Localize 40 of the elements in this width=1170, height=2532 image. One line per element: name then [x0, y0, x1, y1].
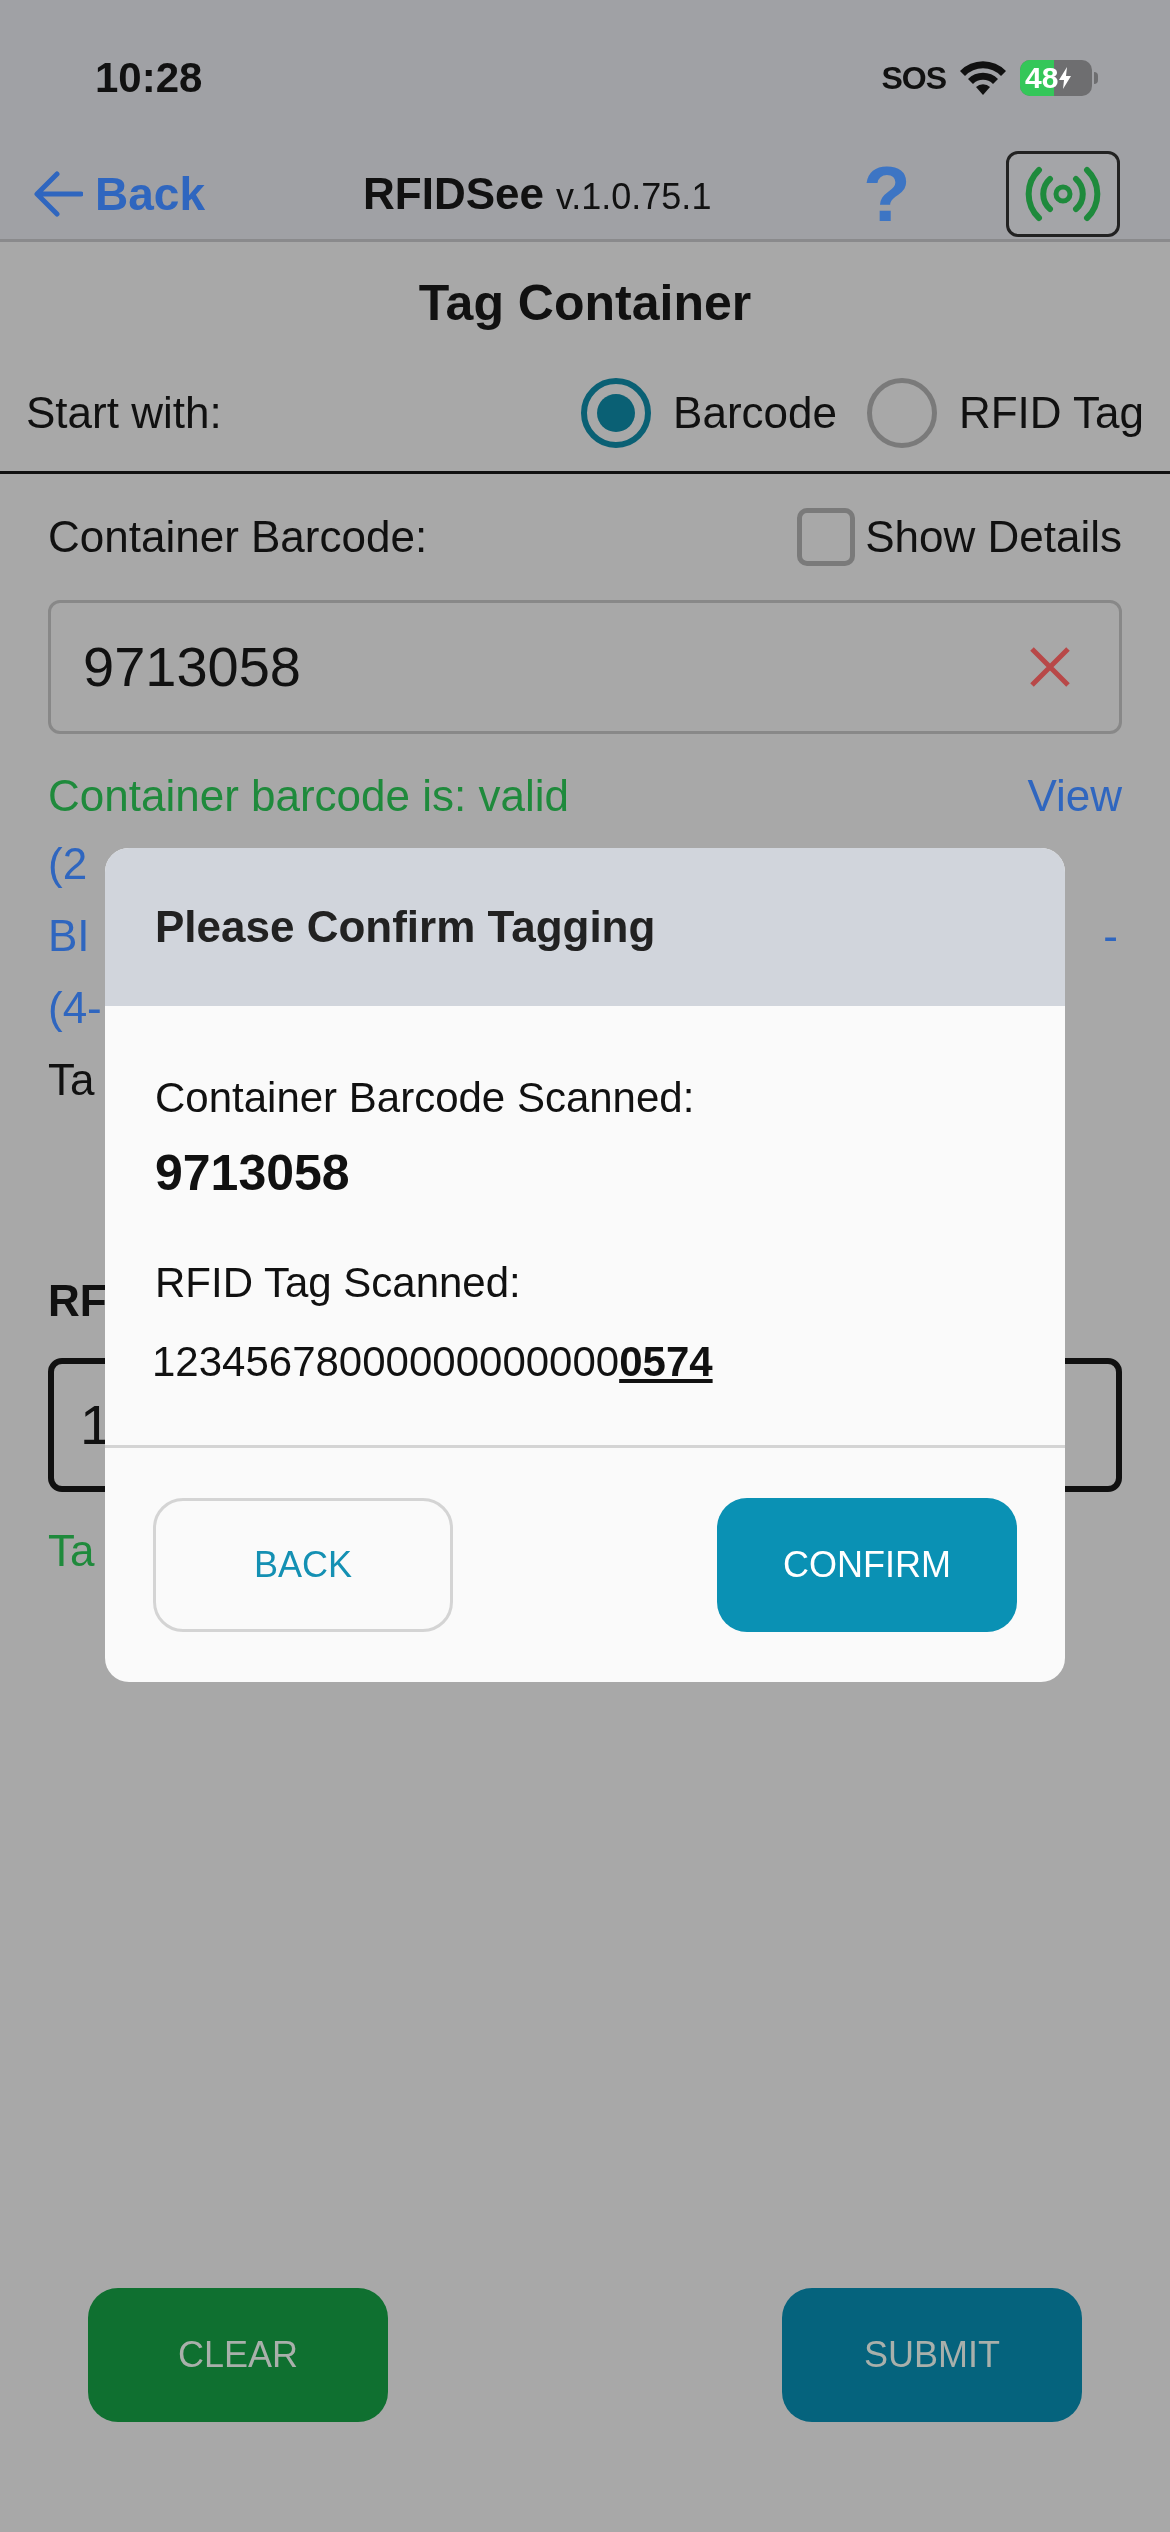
- checkbox-label: Show Details: [865, 511, 1122, 563]
- rfid-status: Ta: [48, 1525, 95, 1577]
- status-time: 10:28: [95, 53, 203, 104]
- page-title: Tag Container: [418, 274, 752, 333]
- radio-label: RFID Tag: [958, 386, 1144, 439]
- radio-button[interactable]: [866, 377, 937, 448]
- detail-text: (4-: [48, 982, 102, 1034]
- detail-text: -: [1103, 910, 1119, 962]
- checkbox[interactable]: [797, 508, 856, 566]
- battery-indicator: 48: [1020, 59, 1098, 96]
- radio-button[interactable]: [581, 377, 652, 448]
- dialog-button[interactable]: BACK: [153, 1498, 453, 1632]
- detail-text: (2: [48, 838, 88, 890]
- broadcast-icon: [1024, 166, 1102, 223]
- dialog-label: RFID Tag Scanned:: [155, 1258, 521, 1308]
- dialog-value: 123456780000000000000574: [152, 1337, 713, 1387]
- dialog-label: Container Barcode Scanned:: [155, 1073, 695, 1123]
- dialog-title: Please Confirm Tagging: [155, 901, 656, 953]
- detail-text: BI: [48, 910, 90, 962]
- clear-icon[interactable]: [1029, 646, 1071, 688]
- wifi-icon: [960, 60, 1006, 95]
- sos-indicator: SOS: [881, 58, 946, 98]
- start-with-label: Start with:: [26, 386, 222, 439]
- back-arrow-icon: [33, 171, 83, 218]
- back-button[interactable]: Back: [33, 159, 363, 229]
- view-link[interactable]: View: [1027, 763, 1122, 829]
- action-button[interactable]: SUBMIT: [782, 2288, 1082, 2422]
- dialog-button[interactable]: CONFIRM: [717, 1498, 1017, 1632]
- app-version: v.1.0.75.1: [555, 175, 712, 220]
- rfid-label: RF: [48, 1275, 107, 1327]
- barcode-status: Container barcode is: valid: [48, 770, 569, 822]
- rfid-reader-button[interactable]: [1006, 151, 1120, 238]
- app-name: RFIDSee: [363, 168, 544, 221]
- dialog-value: 9713058: [155, 1144, 350, 1203]
- barcode-input-field[interactable]: 9713058: [48, 600, 1122, 734]
- field-label: Container Barcode:: [48, 511, 428, 563]
- detail-text: Ta: [48, 1054, 95, 1106]
- radio-label: Barcode: [673, 386, 837, 439]
- action-button[interactable]: CLEAR: [88, 2288, 388, 2422]
- help-button[interactable]: ?: [863, 155, 911, 234]
